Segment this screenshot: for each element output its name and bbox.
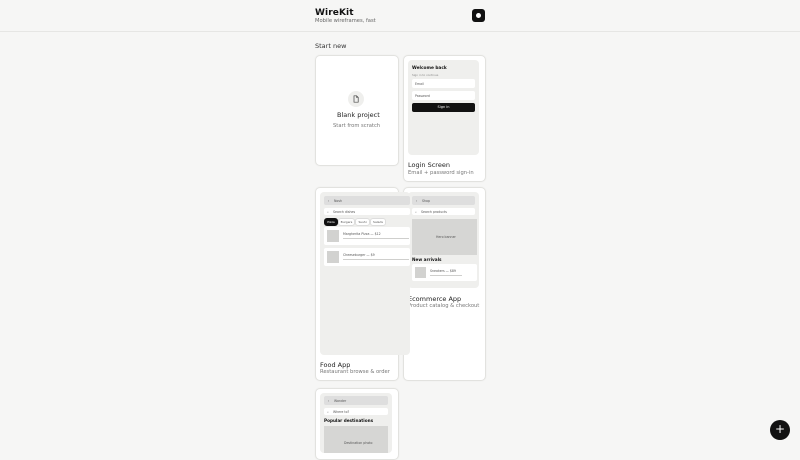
login-preview: Welcome back Sign in to continue Email P… [408,60,479,155]
template-subtitle-login: Email + password sign-in [408,170,474,176]
app-header: WireKit Mobile wireframes, fast [0,0,800,32]
template-title-ecommerce: Ecommerce App [408,295,462,303]
login-preview-password: Password [412,91,475,100]
template-subtitle-ecommerce: Product catalog & checkout [408,303,480,309]
ecommerce-preview-item: Sneakers — $89 [412,264,477,281]
ecommerce-preview-banner: Hero banner [412,219,477,255]
app-tagline: Mobile wireframes, fast [315,18,376,24]
food-preview-nav: ‹ Nosh [324,196,410,205]
food-preview-item-1: Cheeseburger — $9 [324,248,410,266]
travel-preview: ‹ Wander ⌕ Where to? Popular destinations … [320,393,392,453]
template-title-food: Food App [320,361,351,369]
document-icon [348,91,364,107]
travel-preview-nav: ‹ Wander [324,396,388,405]
login-preview-subheading: Sign in to continue [412,73,439,77]
ecommerce-preview-nav: ‹ Shop [412,196,475,205]
food-chip-1: Burgers [338,218,355,226]
blank-project-title: Blank project [337,111,380,119]
login-preview-heading: Welcome back [412,66,447,71]
food-preview-item-0: Margherita Pizza — $12 [324,227,410,245]
ecommerce-preview-section: New arrivals [412,257,442,262]
template-subtitle-food: Restaurant browse & order [320,369,390,375]
food-preview: ‹ Nosh ⌕ Search dishes Pizza Burgers Sushi… [320,192,410,355]
food-chip-0: Pizza [324,218,338,226]
app-name: WireKit [315,8,354,18]
logo-mark-icon[interactable] [472,9,485,22]
login-preview-button: Sign in [412,103,475,112]
travel-preview-section: Popular destinations [324,418,374,423]
ecommerce-preview-search: ⌕ Search products [412,208,475,215]
travel-preview-image: Destination photo [324,426,388,453]
template-title-login: Login Screen [408,161,450,169]
food-chip-2: Sushi [355,218,370,226]
food-chip-3: Salads [370,218,386,226]
section-title: Start new [315,42,347,50]
blank-project-subtitle: Start from scratch [333,123,381,129]
food-preview-search: ⌕ Search dishes [324,208,410,215]
login-preview-email: Email [412,79,475,88]
plus-icon[interactable]: + [770,420,790,440]
ecommerce-preview: ‹ Shop ⌕ Search products Hero banner New a… [408,192,479,288]
travel-preview-search: ⌕ Where to? [324,408,388,415]
